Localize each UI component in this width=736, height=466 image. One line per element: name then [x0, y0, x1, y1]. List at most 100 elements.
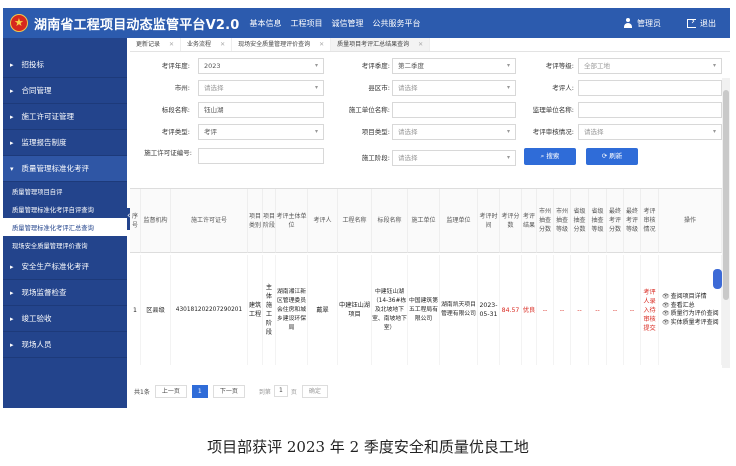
tab-bar: 更新记录 ✕ 业务流程 ✕ 现场安全质量管理评价查询 ✕ 质量项目考评汇总结果查询 ✕ — [130, 38, 730, 52]
tab-label: 质量项目考评汇总结果查询 — [337, 40, 410, 48]
sidebar-item-permits[interactable]: ▸ 施工许可证管理 — [3, 104, 127, 130]
vertical-scrollbar-thumb[interactable] — [723, 90, 729, 300]
tab-update-log[interactable]: 更新记录 ✕ — [130, 38, 182, 52]
chevron-right-icon: ▸ — [10, 138, 14, 147]
col-header: 施工单位 — [408, 189, 440, 253]
col-header: 监督机构 — [141, 189, 171, 253]
sidebar-item-site-staff[interactable]: ▸ 现场人员 — [3, 332, 127, 358]
project-type-label: 项目类型: — [361, 128, 390, 136]
col-header: 最终考评分数 — [607, 189, 624, 253]
user-menu[interactable]: 管理员 — [623, 18, 661, 29]
supervisor-label: 监理单位名称: — [532, 106, 574, 114]
sidebar-subitem-site-eval-query[interactable]: 现场安全质量管理评价查询 — [3, 236, 127, 254]
tab-workflow[interactable]: 业务流程 ✕ — [181, 38, 233, 52]
sidebar-item-bidding[interactable]: ▸ 招投标 — [3, 52, 127, 78]
stage-label: 施工阶段: — [361, 154, 390, 162]
sidebar-item-label: 合同管理 — [21, 86, 52, 95]
cell-section: 中建钰山湖（14-36#栋及北坡地下室、南坡地下室） — [372, 255, 408, 365]
results-table: 序号 监督机构 施工许可证号 项目类别 项目阶段 考评主体单位 考评人 工程名称… — [130, 188, 722, 365]
cell-category: 建筑工程 — [248, 255, 263, 365]
top-bar: 湖南省工程项目动态监管平台V2.0 基本信息 工程项目 诚信管理 公共服务平台 … — [3, 8, 730, 38]
user-icon — [623, 18, 633, 28]
sidebar-item-label: 现场监督检查 — [21, 288, 67, 297]
tab-summary-result[interactable]: 质量项目考评汇总结果查询 ✕ — [331, 38, 431, 52]
cell-stage: 主体施工阶段 — [263, 255, 276, 365]
view-summary-link[interactable]: 👁查看汇总 — [662, 302, 719, 311]
cell-prov-grade: -- — [589, 255, 607, 365]
next-page-button[interactable]: 下一页 — [212, 384, 245, 398]
horizontal-scroll-handle[interactable] — [713, 269, 722, 289]
col-header: 序号 — [130, 189, 141, 253]
eye-icon: 👁 — [662, 301, 670, 309]
close-icon[interactable]: ✕ — [418, 38, 423, 52]
stage-select[interactable]: 请选择 — [392, 150, 516, 166]
county-select[interactable]: 请选择 — [392, 80, 516, 96]
view-behavior-eval-link[interactable]: 👁质量行为评价查阅 — [662, 310, 719, 319]
goto-label: 到第 — [258, 388, 271, 396]
sidebar-subitem-self-eval-query[interactable]: 质量管理标准化考评自评查询 — [3, 200, 127, 218]
page-unit: 页 — [290, 388, 297, 396]
col-header: 操作 — [659, 189, 722, 253]
col-header: 市州抽查等级 — [554, 189, 571, 253]
sidebar-item-safety-eval[interactable]: ▸ 安全生产标准化考评 — [3, 254, 127, 280]
current-page[interactable]: 1 — [191, 384, 208, 398]
sidebar-item-site-inspection[interactable]: ▸ 现场监督检查 — [3, 280, 127, 306]
audit-select[interactable]: 请选择 — [578, 124, 722, 140]
eval-type-select[interactable]: 考评 — [198, 124, 324, 140]
city-select[interactable]: 请选择 — [198, 80, 324, 96]
sidebar-subitem-summary-query[interactable]: 质量管理标准化考评汇总查询 — [3, 218, 127, 236]
chevron-right-icon: ▸ — [10, 288, 14, 297]
col-header: 项目阶段 — [263, 189, 276, 253]
sidebar-item-quality-eval[interactable]: ▾ 质量管理标准化考评 — [3, 156, 127, 182]
tab-site-eval[interactable]: 现场安全质量管理评价查询 ✕ — [232, 38, 332, 52]
col-header: 考评主体单位 — [276, 189, 308, 253]
nav-credit[interactable]: 诚信管理 — [332, 18, 364, 29]
sidebar-item-label: 施工许可证管理 — [21, 112, 75, 121]
close-icon[interactable]: ✕ — [220, 38, 225, 52]
grade-select[interactable]: 全部工地 — [578, 58, 722, 74]
quarter-select[interactable]: 第二季度 — [392, 58, 516, 74]
prev-page-button[interactable]: 上一页 — [154, 384, 187, 398]
sidebar-item-label: 监理报告制度 — [21, 138, 67, 147]
search-button[interactable]: ⌕ 搜索 — [524, 148, 576, 165]
nav-public-service[interactable]: 公共服务平台 — [373, 18, 421, 29]
tab-label: 业务流程 — [187, 40, 212, 48]
cell-score: 84.57 — [500, 255, 522, 365]
logout-button[interactable]: 退出 — [687, 16, 716, 29]
evaluator-input[interactable] — [578, 80, 722, 96]
refresh-button[interactable]: ⟳ 刷新 — [586, 148, 638, 165]
close-icon[interactable]: ✕ — [319, 38, 324, 52]
sidebar-item-label: 质量管理标准化考评 — [21, 164, 90, 173]
eval-type-label: 考评类型: — [161, 128, 190, 136]
sidebar-item-supervision-report[interactable]: ▸ 监理报告制度 — [3, 130, 127, 156]
chevron-right-icon: ▸ — [10, 262, 14, 271]
year-select[interactable]: 2023 — [198, 58, 324, 74]
goto-page-input[interactable]: 1 — [273, 385, 288, 397]
view-project-link[interactable]: 👁查阅项目详情 — [662, 293, 719, 302]
chevron-right-icon: ▸ — [10, 314, 14, 323]
sidebar-subitem-self-eval[interactable]: 质量管理项目自评 — [3, 182, 127, 200]
sidebar-item-contracts[interactable]: ▸ 合同管理 — [3, 78, 127, 104]
sidebar-item-acceptance[interactable]: ▸ 竣工验收 — [3, 306, 127, 332]
close-icon[interactable]: ✕ — [169, 38, 174, 52]
permit-input[interactable] — [198, 148, 324, 164]
contractor-input[interactable] — [392, 102, 516, 118]
col-header: 工程名称 — [338, 189, 372, 253]
audit-label: 考评审核情况: — [532, 128, 574, 136]
nav-projects[interactable]: 工程项目 — [291, 18, 323, 29]
project-type-select[interactable]: 请选择 — [392, 124, 516, 140]
cell-evaluator: 戴翠 — [308, 255, 338, 365]
refresh-button-label: 刷新 — [609, 152, 623, 160]
col-header: 市州抽查分数 — [537, 189, 554, 253]
figure-caption: 项目部获评 2023 年 2 季度安全和质量优良工地 — [207, 438, 529, 456]
cell-agency: 区县级 — [141, 255, 171, 365]
goto-confirm-button[interactable]: 确定 — [301, 384, 328, 398]
nav-basic-info[interactable]: 基本信息 — [250, 18, 282, 29]
cell-audit: 考评人录入待审核提交 — [641, 255, 659, 365]
chevron-right-icon: ▸ — [10, 340, 14, 349]
view-entity-eval-link[interactable]: 👁实体质量考评查阅 — [662, 319, 719, 328]
col-header: 考评人 — [308, 189, 338, 253]
section-input[interactable]: 钰山湖 — [198, 102, 324, 118]
sidebar-item-label: 招投标 — [21, 60, 45, 69]
supervisor-input[interactable] — [578, 102, 722, 118]
